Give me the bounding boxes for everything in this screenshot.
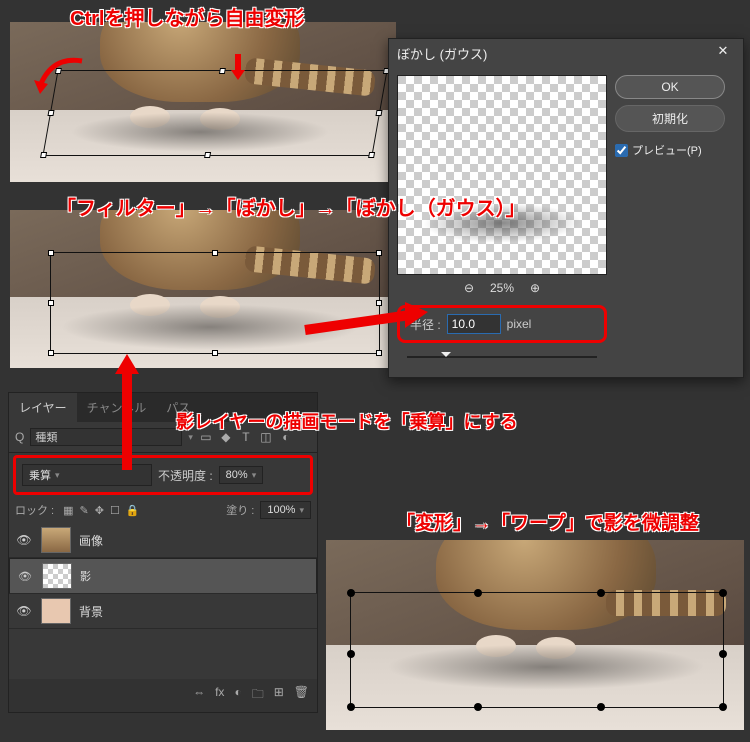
layer-row[interactable]: 👁 画像: [9, 523, 317, 558]
lock-icons[interactable]: ▦✎✥☐🔒: [60, 504, 142, 517]
search-icon: Q: [15, 430, 24, 444]
blur-preview-canvas[interactable]: [397, 75, 607, 275]
layer-panel-footer: ⇔ fx ◐ 🗀 ⊞ 🗑: [9, 679, 317, 712]
opacity-label: 不透明度 :: [158, 467, 213, 484]
layer-thumbnail: [42, 563, 72, 589]
fill-label: 塗り :: [226, 502, 254, 518]
tab-channels[interactable]: チャンネル: [77, 393, 157, 422]
radius-label: 半径 :: [410, 316, 441, 333]
radius-slider[interactable]: [407, 351, 597, 363]
image-transform-preview: [10, 22, 396, 182]
visibility-icon[interactable]: 👁: [16, 570, 34, 583]
layer-thumbnail: [41, 598, 71, 624]
annotation-blend-mode: 影レイヤーの描画モードを「乗算」にする: [176, 408, 518, 434]
lock-label: ロック :: [15, 502, 54, 518]
mask-icon[interactable]: ◐: [234, 685, 241, 706]
layer-row[interactable]: 👁 影: [9, 558, 317, 594]
blend-mode-select[interactable]: 乗算▾: [22, 464, 152, 486]
annotation-filter-path: 「フィルター」→「ぼかし」→「ぼかし（ガウス）」: [56, 192, 526, 221]
link-icon[interactable]: ⇔: [193, 685, 205, 706]
layer-filter-input[interactable]: [30, 428, 182, 446]
close-icon[interactable]: ✕: [711, 43, 735, 63]
layer-name: 影: [80, 568, 91, 584]
zoom-percent: 25%: [490, 281, 514, 295]
radius-input[interactable]: [447, 314, 501, 334]
blend-opacity-row: 乗算▾ 不透明度 : 80%▾: [13, 455, 313, 495]
transform-box[interactable]: [50, 252, 380, 354]
layer-name: 画像: [79, 532, 103, 549]
radius-row: 半径 : pixel: [397, 305, 607, 343]
ok-button[interactable]: OK: [615, 75, 725, 99]
fill-select[interactable]: 100%▾: [260, 501, 311, 519]
opacity-select[interactable]: 80%▾: [219, 466, 264, 484]
group-icon[interactable]: 🗀: [252, 685, 264, 706]
warp-box[interactable]: [350, 592, 724, 708]
fx-icon[interactable]: fx: [215, 685, 224, 706]
tab-layers[interactable]: レイヤー: [9, 393, 77, 422]
layer-thumbnail: [41, 527, 71, 553]
preview-checkbox[interactable]: プレビュー(P): [615, 142, 725, 158]
zoom-out-icon[interactable]: ⊖: [460, 281, 478, 295]
visibility-icon[interactable]: 👁: [15, 604, 33, 618]
new-layer-icon[interactable]: ⊞: [274, 685, 284, 706]
dialog-title: ぼかし (ガウス): [397, 44, 487, 63]
visibility-icon[interactable]: 👁: [15, 533, 33, 547]
layer-name: 背景: [79, 603, 103, 620]
layer-row[interactable]: 👁 背景: [9, 594, 317, 629]
annotation-warp: 「変形」→「ワープ」で影を微調整: [396, 508, 699, 535]
image-warp-preview: [326, 540, 744, 730]
annotation-ctrl-transform: Ctrlを押しながら自由変形: [70, 2, 304, 31]
zoom-in-icon[interactable]: ⊕: [526, 281, 544, 295]
radius-unit: pixel: [507, 317, 532, 331]
layers-panel: レイヤー チャンネル パス Q ▾ ▭◆T◫◐ 乗算▾ 不透明度 : 80%▾ …: [8, 392, 318, 713]
free-transform-box[interactable]: [42, 70, 387, 156]
reset-button[interactable]: 初期化: [615, 105, 725, 132]
trash-icon[interactable]: 🗑: [294, 685, 309, 706]
image-blur-preview: [10, 210, 396, 368]
